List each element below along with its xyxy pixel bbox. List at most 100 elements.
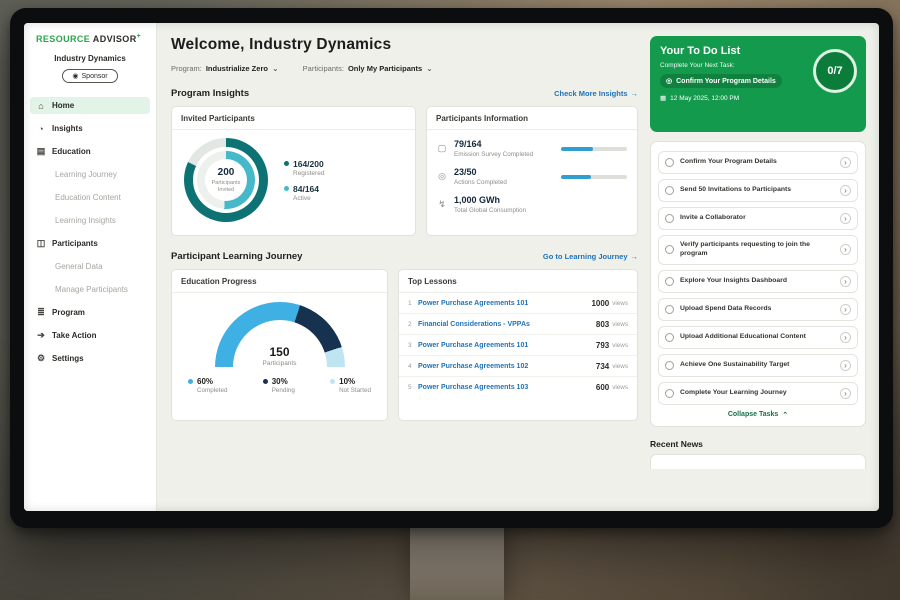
- monitor-bezel: RESOURCE ADVISOR+ Industry Dynamics ◉ Sp…: [10, 8, 893, 528]
- todo-progress-badge: 0/7: [813, 49, 857, 93]
- sidebar-item-participants[interactable]: ◫ Participants: [30, 235, 150, 252]
- lesson-title-link[interactable]: Power Purchase Agreements 103: [418, 384, 596, 391]
- pending-pct: 30%: [272, 377, 288, 386]
- sidebar-nav: ⌂ Home ◔ Insights ▤ Education Learning J…: [24, 83, 156, 367]
- sidebar-item-education[interactable]: ▤ Education: [30, 143, 150, 160]
- todo-panel: Your To Do List Complete Your Next Task:…: [650, 23, 866, 511]
- sidebar-item-education-content[interactable]: Education Content: [30, 189, 150, 206]
- sidebar-item-label: Education: [52, 147, 91, 156]
- participants-filter[interactable]: Participants: Only My Participants ⌄: [303, 64, 433, 73]
- task-complete-learning-journey[interactable]: Complete Your Learning Journey ›: [658, 382, 858, 405]
- chevron-right-icon: ›: [840, 360, 851, 371]
- learning-journey-title: Participant Learning Journey: [171, 251, 302, 262]
- learning-journey-header: Participant Learning Journey Go to Learn…: [171, 251, 638, 262]
- check-more-insights-link[interactable]: Check More Insights →: [554, 89, 638, 98]
- settings-icon: ⚙: [36, 353, 46, 364]
- sidebar-item-settings[interactable]: ⚙ Settings: [30, 350, 150, 367]
- stat-label: Total Global Consumption: [454, 207, 526, 214]
- photo-background: RESOURCE ADVISOR+ Industry Dynamics ◉ Sp…: [0, 0, 900, 600]
- lesson-row[interactable]: 1 Power Purchase Agreements 101 1000 vie…: [399, 293, 637, 314]
- sidebar-item-label: Participants: [52, 239, 98, 248]
- sidebar-item-general-data[interactable]: General Data: [30, 258, 150, 275]
- lesson-rank: 2: [408, 321, 418, 328]
- program-filter[interactable]: Program: Industrialize Zero ⌄: [171, 64, 279, 73]
- todo-next-task[interactable]: ◎ Confirm Your Program Details: [660, 74, 782, 88]
- lesson-row[interactable]: 4 Power Purchase Agreements 102 734 view…: [399, 356, 637, 377]
- chevron-down-icon: ⌄: [426, 66, 433, 72]
- task-checkbox[interactable]: [665, 277, 674, 286]
- sidebar-item-learning-insights[interactable]: Learning Insights: [30, 212, 150, 229]
- registered-value: 164/200: [293, 159, 324, 169]
- go-to-learning-journey-label: Go to Learning Journey: [543, 252, 628, 261]
- logo-plus: +: [137, 33, 142, 40]
- sidebar-item-manage-participants[interactable]: Manage Participants: [30, 281, 150, 298]
- not-started-label: Not Started: [339, 387, 371, 394]
- task-label: Confirm Your Program Details: [680, 158, 834, 167]
- lesson-views-label: views: [612, 384, 628, 391]
- task-label: Send 50 Invitations to Participants: [680, 186, 834, 195]
- lesson-views-label: views: [612, 363, 628, 370]
- active-value: 84/164: [293, 184, 319, 194]
- sponsor-label: Sponsor: [82, 73, 108, 80]
- sidebar-item-insights[interactable]: ◔ Insights: [30, 120, 150, 137]
- task-label: Complete Your Learning Journey: [680, 389, 834, 398]
- task-checkbox[interactable]: [665, 333, 674, 342]
- lesson-title-link[interactable]: Power Purchase Agreements 102: [418, 363, 596, 370]
- sidebar-item-label: Insights: [52, 124, 83, 133]
- lesson-title-link[interactable]: Financial Considerations - VPPAs: [418, 321, 596, 328]
- learning-cards-row: Education Progress 150 Participants: [171, 269, 638, 421]
- task-upload-spend-data[interactable]: Upload Spend Data Records ›: [658, 298, 858, 321]
- task-explore-insights[interactable]: Explore Your Insights Dashboard ›: [658, 270, 858, 293]
- task-checkbox[interactable]: [665, 305, 674, 314]
- task-checkbox[interactable]: [665, 186, 674, 195]
- donut-center: 200 Participants Invited: [205, 159, 247, 201]
- sidebar-item-home[interactable]: ⌂ Home: [30, 97, 150, 114]
- education-icon: ▤: [36, 146, 46, 157]
- lesson-row[interactable]: 5 Power Purchase Agreements 103 600 view…: [399, 377, 637, 398]
- consumption-icon: ↯: [437, 199, 447, 210]
- task-send-invitations[interactable]: Send 50 Invitations to Participants ›: [658, 179, 858, 202]
- program-filter-value: Industrialize Zero: [206, 64, 268, 73]
- actions-progress-fill: [561, 175, 591, 179]
- task-upload-educational-content[interactable]: Upload Additional Educational Content ›: [658, 326, 858, 349]
- lesson-row[interactable]: 2 Financial Considerations - VPPAs 803 v…: [399, 314, 637, 335]
- task-checkbox[interactable]: [665, 214, 674, 223]
- sidebar: RESOURCE ADVISOR+ Industry Dynamics ◉ Sp…: [24, 23, 157, 511]
- sidebar-item-learning-journey[interactable]: Learning Journey: [30, 166, 150, 183]
- go-to-learning-journey-link[interactable]: Go to Learning Journey →: [543, 252, 638, 261]
- calendar-icon: ▦: [660, 94, 666, 102]
- task-verify-participants[interactable]: Verify participants requesting to join t…: [658, 235, 858, 265]
- task-checkbox[interactable]: [665, 158, 674, 167]
- lesson-row[interactable]: 3 Power Purchase Agreements 101 793 view…: [399, 335, 637, 356]
- task-label: Explore Your Insights Dashboard: [680, 277, 834, 286]
- sidebar-item-label: Learning Journey: [55, 170, 117, 179]
- sidebar-item-label: Take Action: [52, 331, 96, 340]
- lesson-views: 600: [596, 383, 609, 392]
- registered-dot: [284, 161, 289, 166]
- task-checkbox[interactable]: [665, 245, 674, 254]
- invited-count: 200: [218, 167, 235, 178]
- legend-registered: 164/200 Registered: [284, 159, 324, 177]
- task-confirm-program-details[interactable]: Confirm Your Program Details ›: [658, 151, 858, 174]
- sponsor-badge[interactable]: ◉ Sponsor: [62, 69, 117, 83]
- program-insights-header: Program Insights Check More Insights →: [171, 88, 638, 99]
- task-checkbox[interactable]: [665, 389, 674, 398]
- lesson-rank: 4: [408, 363, 418, 370]
- education-gauge: 150 Participants: [215, 302, 345, 367]
- chevron-right-icon: ›: [840, 276, 851, 287]
- collapse-tasks-link[interactable]: Collapse Tasks ⌃: [658, 411, 858, 419]
- chevron-right-icon: ›: [840, 185, 851, 196]
- lesson-title-link[interactable]: Power Purchase Agreements 101: [418, 342, 596, 349]
- sidebar-item-program[interactable]: ≣ Program: [30, 304, 150, 321]
- collapse-tasks-label: Collapse Tasks: [728, 411, 778, 418]
- sidebar-item-take-action[interactable]: ➔ Take Action: [30, 327, 150, 344]
- check-more-insights-label: Check More Insights: [554, 89, 627, 98]
- task-invite-collaborator[interactable]: Invite a Collaborator ›: [658, 207, 858, 230]
- task-label: Achieve One Sustainability Target: [680, 361, 834, 370]
- take-action-icon: ➔: [36, 330, 46, 341]
- program-insights-title: Program Insights: [171, 88, 249, 99]
- task-checkbox[interactable]: [665, 361, 674, 370]
- task-achieve-sustainability-target[interactable]: Achieve One Sustainability Target ›: [658, 354, 858, 377]
- stat-label: Actions Completed: [454, 179, 554, 186]
- lesson-title-link[interactable]: Power Purchase Agreements 101: [418, 300, 591, 307]
